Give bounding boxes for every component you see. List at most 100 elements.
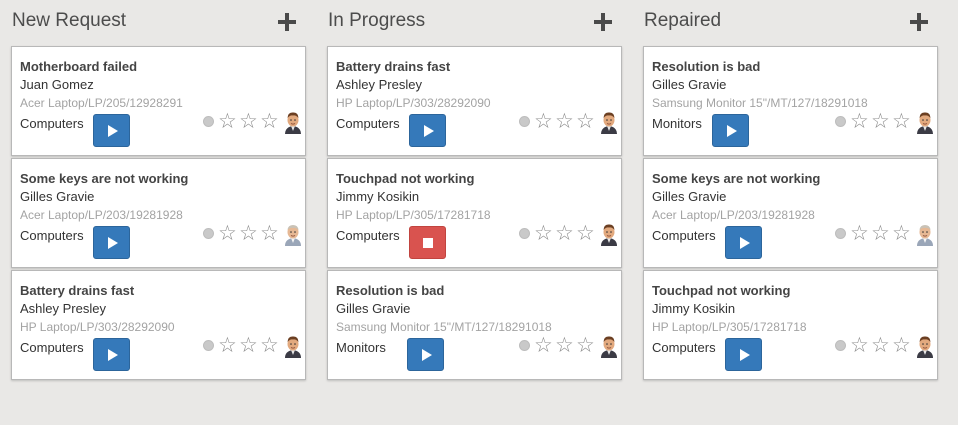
star-outline-icon[interactable]: ☆ (871, 220, 890, 246)
star-outline-icon[interactable]: ☆ (850, 220, 869, 246)
star-outline-icon[interactable]: ☆ (534, 332, 553, 358)
card-category: Computers (20, 228, 84, 243)
card[interactable]: Some keys are not working Gilles Gravie … (11, 158, 306, 268)
card-title: Resolution is bad (336, 283, 445, 298)
card-category: Computers (20, 116, 84, 131)
star-outline-icon[interactable]: ☆ (218, 332, 237, 358)
play-button[interactable] (725, 226, 762, 259)
star-outline-icon[interactable]: ☆ (871, 108, 890, 134)
star-outline-icon[interactable]: ☆ (260, 220, 279, 246)
card-title: Touchpad not working (336, 171, 475, 186)
plus-icon[interactable] (594, 13, 612, 31)
card[interactable]: Battery drains fast Ashley Presley HP La… (11, 270, 306, 380)
card-category: Computers (336, 116, 400, 131)
card-assignee: Gilles Gravie (652, 189, 727, 204)
star-outline-icon[interactable]: ☆ (555, 108, 574, 134)
avatar-icon[interactable] (283, 110, 303, 134)
play-button[interactable] (725, 338, 762, 371)
card-category: Computers (336, 228, 400, 243)
kanban-board: New Request Motherboard failed Juan Gome… (0, 0, 958, 425)
card-assignee: Gilles Gravie (20, 189, 95, 204)
play-icon (727, 125, 737, 137)
play-icon (740, 349, 750, 361)
column-title: Repaired (644, 10, 722, 31)
card-assignee: Jimmy Kosikin (336, 189, 420, 204)
star-outline-icon[interactable]: ☆ (576, 108, 595, 134)
card-device: HP Laptop/LP/303/28292090 (336, 96, 491, 110)
play-button[interactable] (93, 226, 130, 259)
star-outline-icon[interactable]: ☆ (555, 220, 574, 246)
plus-icon[interactable] (910, 13, 928, 31)
card[interactable]: Motherboard failed Juan Gomez Acer Lapto… (11, 46, 306, 156)
plus-icon[interactable] (278, 13, 296, 31)
column-header: Repaired (632, 8, 938, 36)
star-outline-icon[interactable]: ☆ (555, 332, 574, 358)
card-device: Samsung Monitor 15"/MT/127/18291018 (336, 320, 552, 334)
stop-icon (423, 238, 433, 248)
play-icon (108, 349, 118, 361)
column-header: New Request (0, 8, 306, 36)
star-outline-icon[interactable]: ☆ (576, 332, 595, 358)
avatar-icon[interactable] (915, 222, 935, 246)
star-outline-icon[interactable]: ☆ (239, 332, 258, 358)
star-outline-icon[interactable]: ☆ (850, 332, 869, 358)
card-assignee: Ashley Presley (336, 77, 422, 92)
play-icon (422, 349, 432, 361)
star-outline-icon[interactable]: ☆ (871, 332, 890, 358)
play-icon (108, 237, 118, 249)
column-header: In Progress (316, 8, 622, 36)
card-device: Acer Laptop/LP/205/12928291 (20, 96, 183, 110)
star-outline-icon[interactable]: ☆ (260, 332, 279, 358)
status-dot-icon (203, 116, 214, 127)
status-dot-icon (835, 228, 846, 239)
avatar-icon[interactable] (599, 334, 619, 358)
card-category: Computers (20, 340, 84, 355)
card-title: Battery drains fast (20, 283, 135, 298)
star-outline-icon[interactable]: ☆ (892, 332, 911, 358)
card-device: Samsung Monitor 15"/MT/127/18291018 (652, 96, 868, 110)
card-assignee: Gilles Gravie (652, 77, 727, 92)
play-icon (108, 125, 118, 137)
avatar-icon[interactable] (915, 110, 935, 134)
card[interactable]: Touchpad not working Jimmy Kosikin HP La… (643, 270, 938, 380)
avatar-icon[interactable] (283, 334, 303, 358)
star-outline-icon[interactable]: ☆ (850, 108, 869, 134)
star-outline-icon[interactable]: ☆ (534, 220, 553, 246)
avatar-icon[interactable] (915, 334, 935, 358)
card-title: Some keys are not working (20, 171, 189, 186)
play-button[interactable] (712, 114, 749, 147)
star-outline-icon[interactable]: ☆ (260, 108, 279, 134)
star-outline-icon[interactable]: ☆ (239, 108, 258, 134)
star-outline-icon[interactable]: ☆ (892, 220, 911, 246)
play-button[interactable] (407, 338, 444, 371)
card-category: Monitors (652, 116, 702, 131)
star-outline-icon[interactable]: ☆ (218, 108, 237, 134)
play-button[interactable] (409, 114, 446, 147)
card-title: Resolution is bad (652, 59, 761, 74)
play-button[interactable] (93, 338, 130, 371)
star-outline-icon[interactable]: ☆ (239, 220, 258, 246)
card[interactable]: Battery drains fast Ashley Presley HP La… (327, 46, 622, 156)
star-outline-icon[interactable]: ☆ (576, 220, 595, 246)
stop-button[interactable] (409, 226, 446, 259)
avatar-icon[interactable] (599, 110, 619, 134)
avatar-icon[interactable] (599, 222, 619, 246)
star-outline-icon[interactable]: ☆ (892, 108, 911, 134)
column-title: In Progress (328, 10, 426, 31)
status-dot-icon (835, 116, 846, 127)
play-button[interactable] (93, 114, 130, 147)
column-in-progress: In Progress Battery drains fast Ashley P… (316, 0, 622, 425)
status-dot-icon (203, 228, 214, 239)
column-title: New Request (12, 10, 127, 31)
status-dot-icon (203, 340, 214, 351)
status-dot-icon (519, 116, 530, 127)
card[interactable]: Resolution is bad Gilles Gravie Samsung … (327, 270, 622, 380)
star-outline-icon[interactable]: ☆ (534, 108, 553, 134)
card[interactable]: Some keys are not working Gilles Gravie … (643, 158, 938, 268)
star-outline-icon[interactable]: ☆ (218, 220, 237, 246)
avatar-icon[interactable] (283, 222, 303, 246)
card-device: Acer Laptop/LP/203/19281928 (652, 208, 815, 222)
card-device: HP Laptop/LP/303/28292090 (20, 320, 175, 334)
card[interactable]: Touchpad not working Jimmy Kosikin HP La… (327, 158, 622, 268)
card[interactable]: Resolution is bad Gilles Gravie Samsung … (643, 46, 938, 156)
